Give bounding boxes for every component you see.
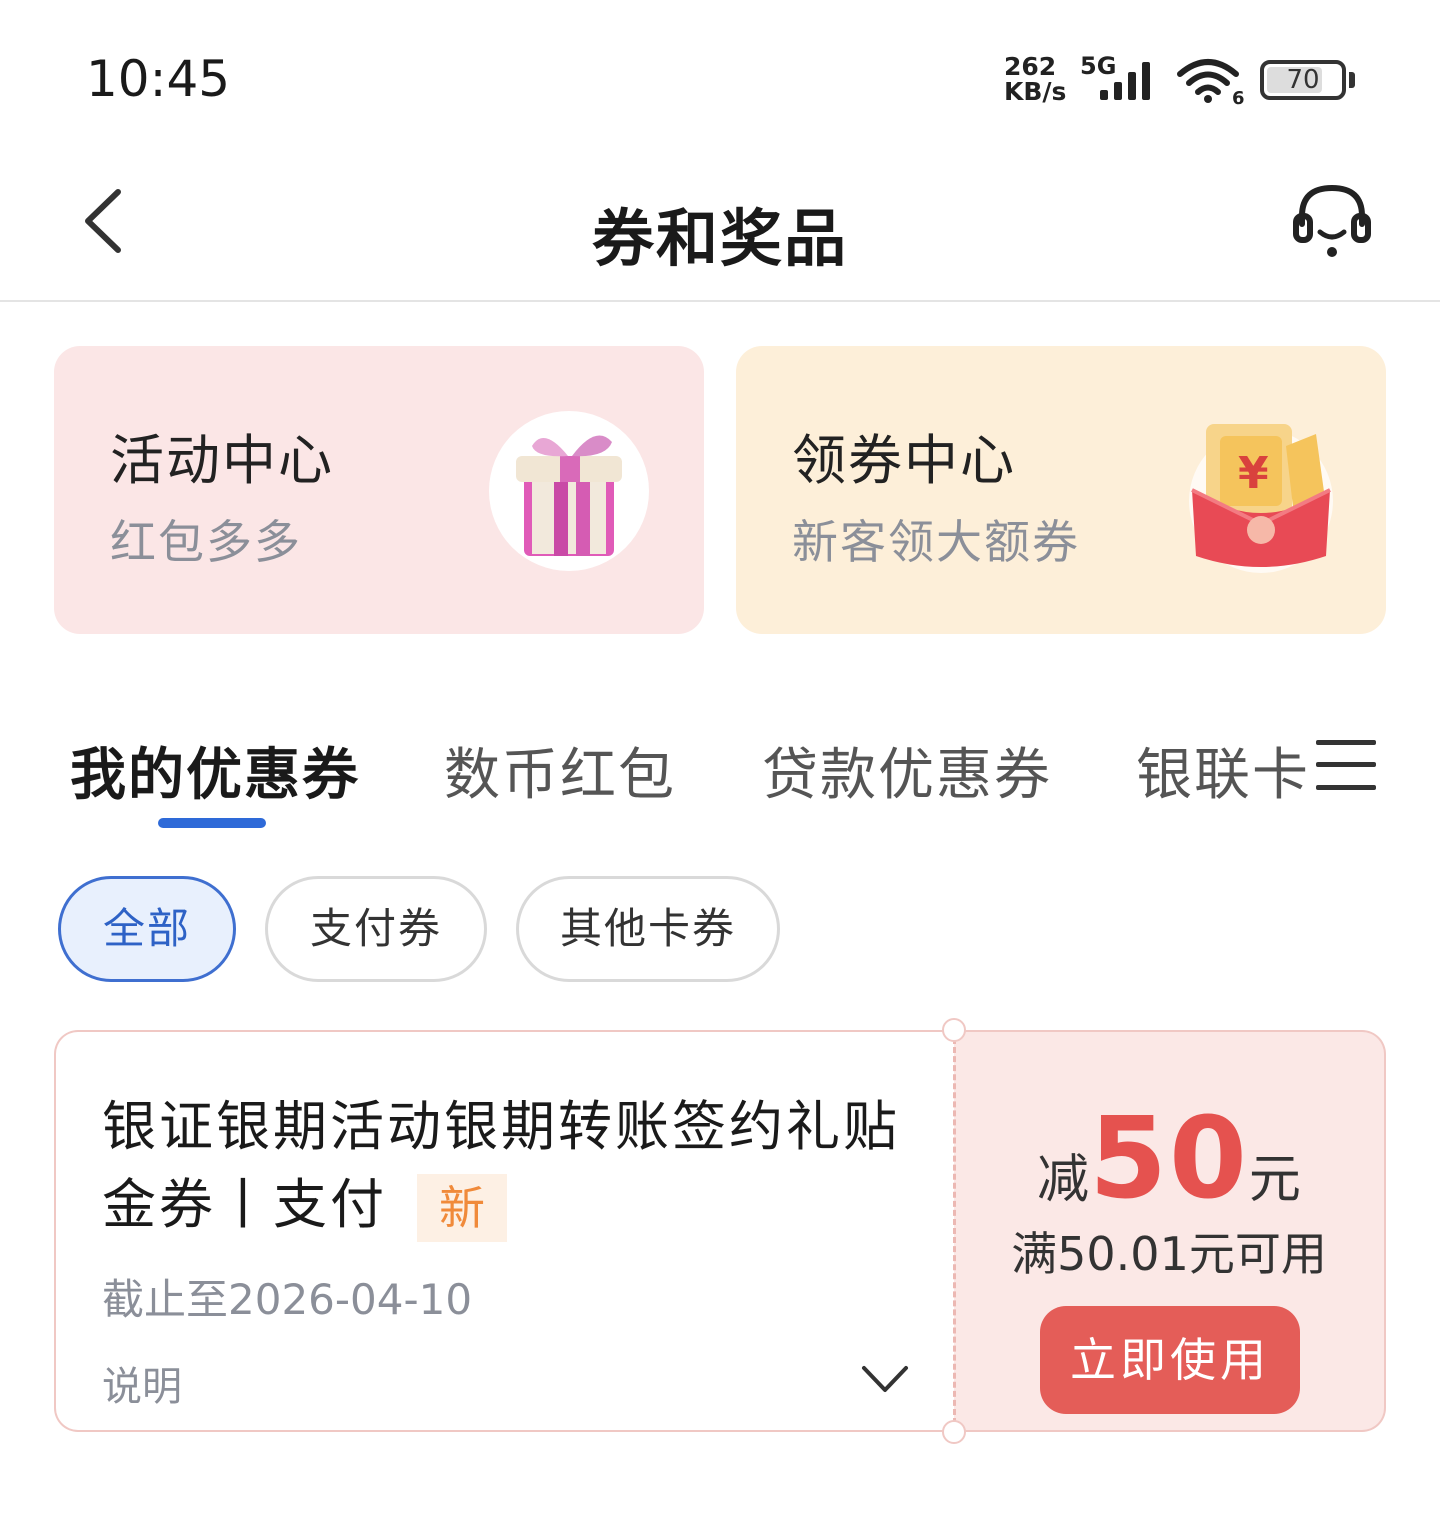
coupon-center-card[interactable]: 领券中心 新客领大额券 ¥	[736, 346, 1386, 634]
coupon-title: 银证银期活动银期转账签约礼贴金券丨支付新	[102, 1088, 922, 1244]
promo-subtitle: 红包多多	[110, 515, 302, 569]
tab-loan-coupons[interactable]: 贷款优惠券	[762, 730, 1052, 811]
coupon-expiry: 截止至2026-04-10	[102, 1275, 473, 1324]
status-bar: 10:45 262 KB/s 5G 6 70	[0, 0, 1440, 150]
page-title: 券和奖品	[591, 202, 848, 275]
wifi-label: 6	[1232, 88, 1245, 106]
activity-center-card[interactable]: 活动中心 红包多多	[54, 346, 704, 634]
active-tab-indicator	[158, 818, 266, 828]
network-speed: 262 KB/s	[1004, 54, 1066, 104]
filter-other-coupons[interactable]: 其他卡券	[516, 876, 780, 982]
nav-header: 券和奖品	[0, 150, 1440, 302]
amount-prefix: 减	[1037, 1150, 1090, 1210]
headset-icon[interactable]	[1290, 180, 1374, 260]
promo-title: 活动中心	[110, 429, 334, 492]
tab-my-coupons[interactable]: 我的优惠券	[70, 730, 360, 811]
coupon-tabs: 我的优惠券 数币红包 贷款优惠券 银联卡	[0, 710, 1440, 830]
coupon-card: 银证银期活动银期转账签约礼贴金券丨支付新 截止至2026-04-10 说明 减5…	[54, 1018, 1386, 1444]
coupon-amount: 减50元	[954, 1094, 1384, 1224]
wifi-icon: 6	[1177, 59, 1245, 106]
network-speed-value: 262	[1004, 52, 1057, 81]
tab-unionpay-card[interactable]: 银联卡	[1136, 730, 1310, 811]
coupon-divider	[953, 1038, 956, 1424]
amount-value: 50	[1089, 1094, 1249, 1224]
promo-title: 领券中心	[792, 429, 1016, 492]
network-speed-unit: KB/s	[1004, 77, 1067, 106]
status-time: 10:45	[86, 50, 231, 108]
battery-level: 70	[1286, 65, 1320, 95]
promo-subtitle: 新客领大额券	[792, 515, 1080, 569]
coupon-amount-panel: 减50元 满50.01元可用 立即使用	[954, 1030, 1386, 1432]
menu-icon[interactable]	[1316, 736, 1376, 794]
svg-text:¥: ¥	[1238, 448, 1269, 499]
coupon-info: 银证银期活动银期转账签约礼贴金券丨支付新 截止至2026-04-10 说明	[54, 1030, 954, 1432]
chevron-down-icon[interactable]	[860, 1362, 910, 1396]
filter-all[interactable]: 全部	[58, 876, 236, 982]
gift-box-icon	[489, 411, 649, 571]
tab-digital-red-packet[interactable]: 数币红包	[444, 730, 676, 811]
use-now-button[interactable]: 立即使用	[1040, 1306, 1300, 1414]
red-envelope-icon: ¥	[1189, 424, 1333, 573]
amount-unit: 元	[1248, 1150, 1301, 1210]
new-badge: 新	[417, 1174, 507, 1243]
signal-icon	[1100, 62, 1150, 100]
filter-payment-coupons[interactable]: 支付券	[265, 876, 487, 982]
coupon-description-toggle[interactable]: 说明	[102, 1354, 182, 1412]
battery-icon: 70	[1260, 60, 1346, 100]
usage-condition: 满50.01元可用	[1011, 1227, 1327, 1281]
